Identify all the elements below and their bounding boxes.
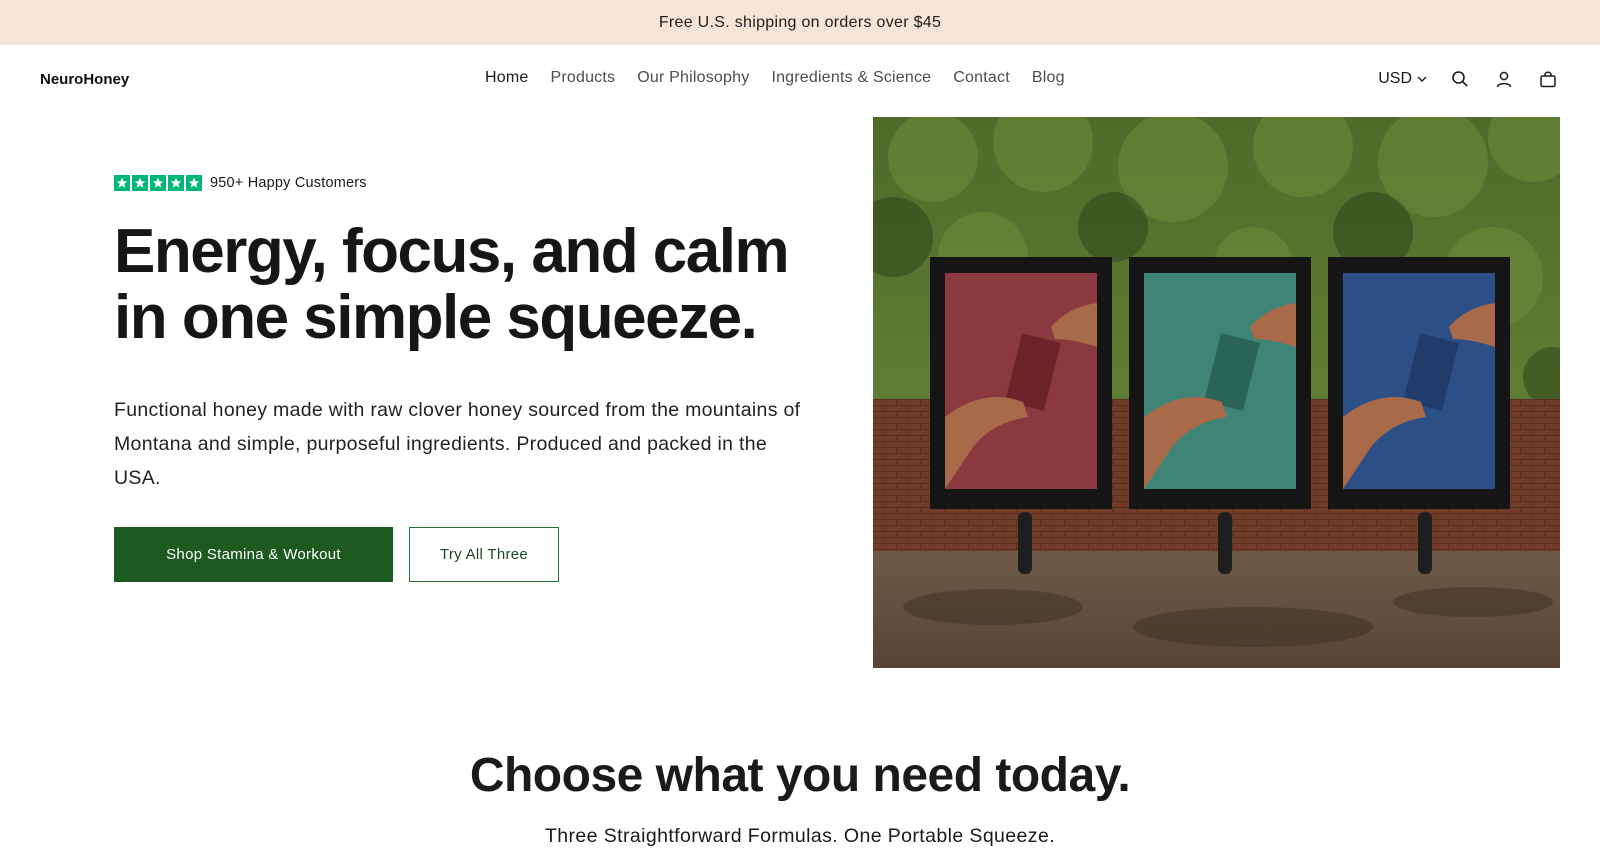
try-all-three-button[interactable]: Try All Three	[409, 527, 559, 582]
star-icon	[114, 175, 130, 191]
nav-item-our-philosophy[interactable]: Our Philosophy	[637, 69, 749, 87]
star-icon	[186, 175, 202, 191]
announcement-text: Free U.S. shipping on orders over $45	[658, 13, 942, 31]
section-subtitle: Three Straightforward Formulas. One Port…	[544, 825, 1056, 847]
header-utilities: USD	[1378, 67, 1560, 91]
section-title: Choose what you need today.	[469, 749, 1131, 802]
chevron-down-icon	[1417, 76, 1427, 82]
search-icon[interactable]	[1448, 67, 1472, 91]
nav-item-contact[interactable]: Contact	[953, 69, 1010, 87]
site-header: NeuroHoney Home Products Our Philosophy …	[0, 45, 1600, 117]
nav-item-ingredients-science[interactable]: Ingredients & Science	[771, 69, 931, 87]
main-nav: Home Products Our Philosophy Ingredients…	[485, 69, 1065, 87]
shop-stamina-workout-button[interactable]: Shop Stamina & Workout	[114, 527, 393, 582]
nav-item-home[interactable]: Home	[485, 69, 528, 87]
announcement-bar: Free U.S. shipping on orders over $45	[0, 0, 1600, 45]
hero-description: Functional honey made with raw clover ho…	[114, 399, 801, 489]
star-rating	[114, 175, 202, 191]
star-icon	[168, 175, 184, 191]
logo[interactable]: NeuroHoney	[40, 71, 129, 88]
cart-icon[interactable]	[1536, 67, 1560, 91]
hero-ctas: Shop Stamina & Workout Try All Three	[114, 527, 814, 582]
star-icon	[150, 175, 166, 191]
rating: 950+ Happy Customers	[114, 175, 814, 191]
hero-headline: Energy, focus, and calm in one simple sq…	[114, 217, 790, 352]
currency-label: USD	[1378, 70, 1412, 87]
currency-selector[interactable]: USD	[1378, 70, 1428, 88]
hero-content: 950+ Happy Customers Energy, focus, and …	[114, 175, 814, 582]
nav-item-blog[interactable]: Blog	[1032, 69, 1065, 87]
nav-item-products[interactable]: Products	[550, 69, 615, 87]
hero-image	[873, 117, 1560, 668]
rating-text: 950+ Happy Customers	[210, 175, 367, 191]
star-icon	[132, 175, 148, 191]
account-icon[interactable]	[1492, 67, 1516, 91]
